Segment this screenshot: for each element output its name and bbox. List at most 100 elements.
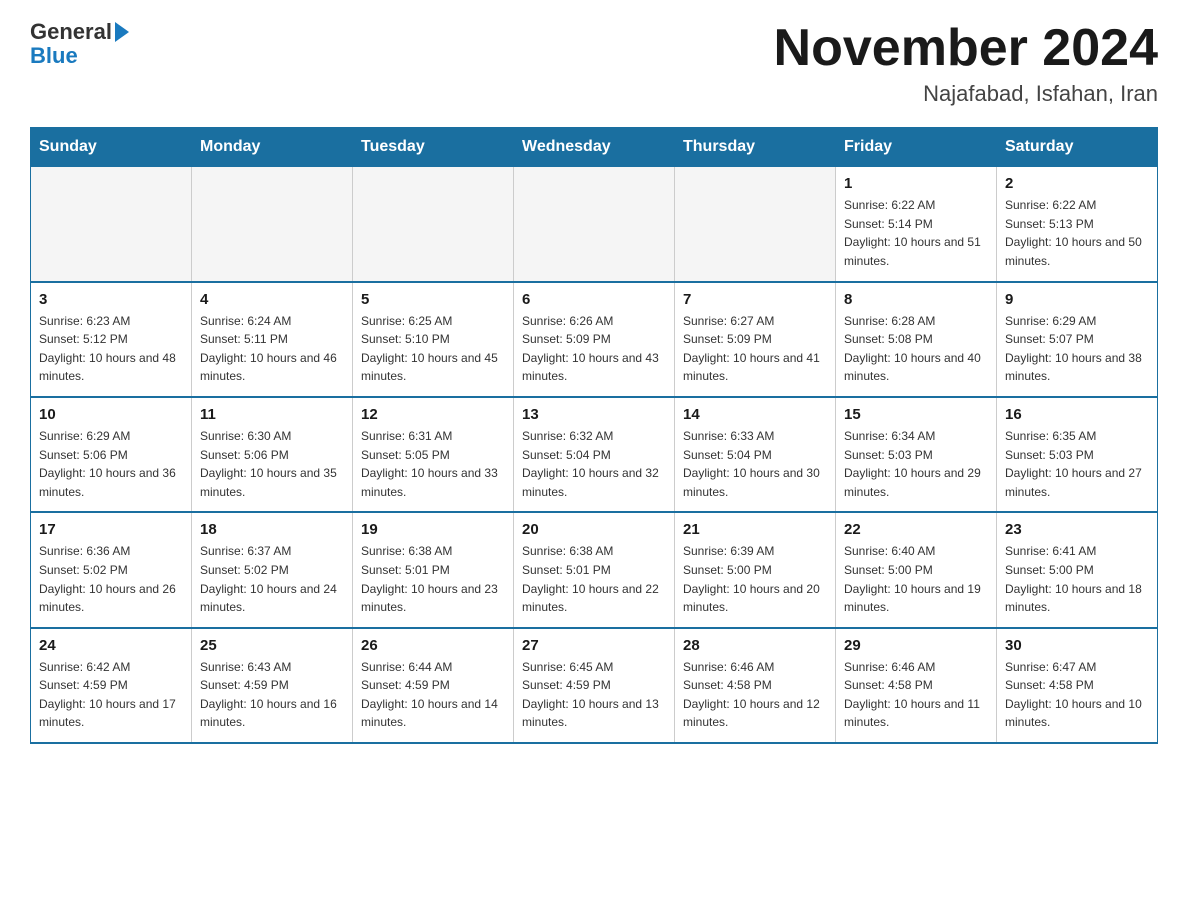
calendar-cell: 15 Sunrise: 6:34 AMSunset: 5:03 PMDayligh… [836,397,997,512]
calendar-cell: 20 Sunrise: 6:38 AMSunset: 5:01 PMDayligh… [514,512,675,627]
day-number: 24 [39,637,183,654]
day-number: 22 [844,521,988,538]
calendar-cell: 16Sunrise: 6:35 AMSunset: 5:03 PMDayligh… [997,397,1158,512]
col-header-monday: Monday [192,128,353,167]
day-info: Sunrise: 6:46 AMSunset: 4:58 PMDaylight:… [683,658,827,732]
calendar-cell: 14Sunrise: 6:33 AMSunset: 5:04 PMDayligh… [675,397,836,512]
calendar-header-row: SundayMondayTuesdayWednesdayThursdayFrid… [31,128,1158,167]
day-number: 29 [844,637,988,654]
day-info: Sunrise: 6:24 AMSunset: 5:11 PMDaylight:… [200,312,344,386]
calendar-cell: 26 Sunrise: 6:44 AMSunset: 4:59 PMDayligh… [353,628,514,743]
day-number: 28 [683,637,827,654]
day-number: 17 [39,521,183,538]
day-number: 1 [844,175,988,192]
day-info: Sunrise: 6:38 AMSunset: 5:01 PMDaylight:… [522,542,666,616]
calendar-cell: 5 Sunrise: 6:25 AMSunset: 5:10 PMDaylight… [353,282,514,397]
calendar-week-row: 1 Sunrise: 6:22 AMSunset: 5:14 PMDaylight… [31,167,1158,282]
calendar-cell: 25 Sunrise: 6:43 AMSunset: 4:59 PMDayligh… [192,628,353,743]
logo-blue: Blue [30,43,78,68]
day-info: Sunrise: 6:45 AMSunset: 4:59 PMDaylight:… [522,658,666,732]
location-title: Najafabad, Isfahan, Iran [774,81,1158,107]
calendar-cell: 1 Sunrise: 6:22 AMSunset: 5:14 PMDaylight… [836,167,997,282]
day-info: Sunrise: 6:27 AMSunset: 5:09 PMDaylight:… [683,312,827,386]
day-info: Sunrise: 6:37 AMSunset: 5:02 PMDaylight:… [200,542,344,616]
logo: General Blue [30,20,129,68]
day-number: 20 [522,521,666,538]
day-number: 16 [1005,406,1149,423]
day-info: Sunrise: 6:29 AMSunset: 5:06 PMDaylight:… [39,427,183,501]
day-number: 3 [39,291,183,308]
day-info: Sunrise: 6:38 AMSunset: 5:01 PMDaylight:… [361,542,505,616]
col-header-friday: Friday [836,128,997,167]
calendar-cell: 18Sunrise: 6:37 AMSunset: 5:02 PMDayligh… [192,512,353,627]
day-info: Sunrise: 6:32 AMSunset: 5:04 PMDaylight:… [522,427,666,501]
day-number: 8 [844,291,988,308]
calendar-cell: 13 Sunrise: 6:32 AMSunset: 5:04 PMDayligh… [514,397,675,512]
day-number: 26 [361,637,505,654]
day-number: 9 [1005,291,1149,308]
day-info: Sunrise: 6:42 AMSunset: 4:59 PMDaylight:… [39,658,183,732]
calendar-cell: 17 Sunrise: 6:36 AMSunset: 5:02 PMDayligh… [31,512,192,627]
day-info: Sunrise: 6:25 AMSunset: 5:10 PMDaylight:… [361,312,505,386]
calendar-week-row: 17 Sunrise: 6:36 AMSunset: 5:02 PMDayligh… [31,512,1158,627]
day-number: 7 [683,291,827,308]
col-header-sunday: Sunday [31,128,192,167]
day-number: 13 [522,406,666,423]
day-info: Sunrise: 6:41 AMSunset: 5:00 PMDaylight:… [1005,542,1149,616]
day-number: 12 [361,406,505,423]
calendar-cell: 29 Sunrise: 6:46 AMSunset: 4:58 PMDayligh… [836,628,997,743]
day-info: Sunrise: 6:43 AMSunset: 4:59 PMDaylight:… [200,658,344,732]
day-info: Sunrise: 6:34 AMSunset: 5:03 PMDaylight:… [844,427,988,501]
calendar-cell: 9 Sunrise: 6:29 AMSunset: 5:07 PMDaylight… [997,282,1158,397]
calendar-cell [675,167,836,282]
day-number: 5 [361,291,505,308]
day-number: 4 [200,291,344,308]
month-year-title: November 2024 [774,20,1158,77]
calendar-cell: 7 Sunrise: 6:27 AMSunset: 5:09 PMDaylight… [675,282,836,397]
day-number: 23 [1005,521,1149,538]
col-header-thursday: Thursday [675,128,836,167]
calendar-cell [353,167,514,282]
calendar-cell: 30 Sunrise: 6:47 AMSunset: 4:58 PMDayligh… [997,628,1158,743]
day-info: Sunrise: 6:36 AMSunset: 5:02 PMDaylight:… [39,542,183,616]
day-info: Sunrise: 6:22 AMSunset: 5:14 PMDaylight:… [844,196,988,270]
logo-triangle-icon [115,22,129,42]
day-info: Sunrise: 6:29 AMSunset: 5:07 PMDaylight:… [1005,312,1149,386]
logo-general: General [30,20,112,44]
calendar-cell: 8 Sunrise: 6:28 AMSunset: 5:08 PMDaylight… [836,282,997,397]
calendar-cell: 22 Sunrise: 6:40 AMSunset: 5:00 PMDayligh… [836,512,997,627]
calendar-cell [31,167,192,282]
day-info: Sunrise: 6:46 AMSunset: 4:58 PMDaylight:… [844,658,988,732]
day-info: Sunrise: 6:39 AMSunset: 5:00 PMDaylight:… [683,542,827,616]
calendar-cell: 3 Sunrise: 6:23 AMSunset: 5:12 PMDaylight… [31,282,192,397]
day-info: Sunrise: 6:30 AMSunset: 5:06 PMDaylight:… [200,427,344,501]
page-header: General Blue November 2024 Najafabad, Is… [30,20,1158,107]
calendar-cell: 23 Sunrise: 6:41 AMSunset: 5:00 PMDayligh… [997,512,1158,627]
day-number: 21 [683,521,827,538]
day-number: 10 [39,406,183,423]
day-number: 25 [200,637,344,654]
day-info: Sunrise: 6:23 AMSunset: 5:12 PMDaylight:… [39,312,183,386]
calendar-cell: 21 Sunrise: 6:39 AMSunset: 5:00 PMDayligh… [675,512,836,627]
calendar-cell: 19 Sunrise: 6:38 AMSunset: 5:01 PMDayligh… [353,512,514,627]
col-header-wednesday: Wednesday [514,128,675,167]
day-number: 6 [522,291,666,308]
header-right: November 2024 Najafabad, Isfahan, Iran [774,20,1158,107]
day-info: Sunrise: 6:40 AMSunset: 5:00 PMDaylight:… [844,542,988,616]
calendar-cell: 6Sunrise: 6:26 AMSunset: 5:09 PMDaylight… [514,282,675,397]
col-header-tuesday: Tuesday [353,128,514,167]
calendar-table: SundayMondayTuesdayWednesdayThursdayFrid… [30,127,1158,744]
calendar-cell: 28 Sunrise: 6:46 AMSunset: 4:58 PMDayligh… [675,628,836,743]
day-number: 30 [1005,637,1149,654]
calendar-cell: 4 Sunrise: 6:24 AMSunset: 5:11 PMDaylight… [192,282,353,397]
day-number: 15 [844,406,988,423]
day-number: 11 [200,406,344,423]
calendar-week-row: 10 Sunrise: 6:29 AMSunset: 5:06 PMDayligh… [31,397,1158,512]
day-info: Sunrise: 6:47 AMSunset: 4:58 PMDaylight:… [1005,658,1149,732]
day-number: 19 [361,521,505,538]
day-info: Sunrise: 6:44 AMSunset: 4:59 PMDaylight:… [361,658,505,732]
calendar-cell: 11 Sunrise: 6:30 AMSunset: 5:06 PMDayligh… [192,397,353,512]
day-info: Sunrise: 6:28 AMSunset: 5:08 PMDaylight:… [844,312,988,386]
calendar-cell: 24 Sunrise: 6:42 AMSunset: 4:59 PMDayligh… [31,628,192,743]
day-number: 27 [522,637,666,654]
